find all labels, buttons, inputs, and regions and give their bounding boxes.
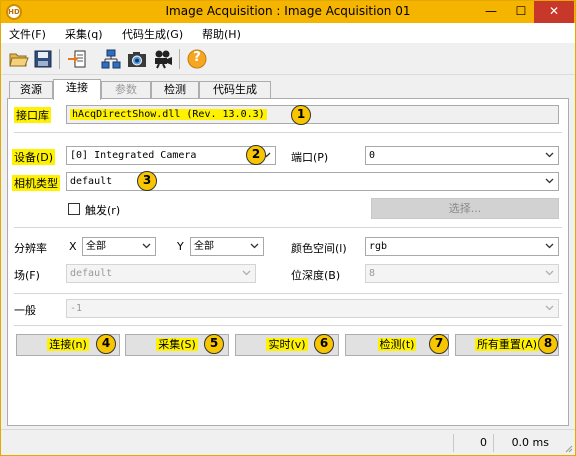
color-space-select[interactable]: rgb [365, 237, 559, 256]
menu-help[interactable]: 帮助(H) [202, 26, 241, 42]
general-label: 一般 [14, 304, 36, 317]
status-bar: 0 0.0 ms [1, 429, 575, 455]
reset-all-button-label: 所有重置(A) [474, 338, 540, 351]
interface-library-field: hAcqDirectShow.dll (Rev. 13.0.3) [66, 105, 559, 124]
interface-library-value: hAcqDirectShow.dll (Rev. 13.0.3) [70, 109, 267, 120]
trigger-label: 触发(r) [85, 204, 121, 217]
save-icon[interactable] [33, 49, 53, 69]
chevron-down-icon [545, 305, 554, 311]
field-label: 场(F) [14, 269, 40, 282]
marker-6: 6 [314, 334, 334, 354]
color-space-label: 颜色空间(l) [291, 242, 347, 255]
image-acquisition-window: HD Image Acquisition : Image Acquisition… [0, 0, 576, 456]
connection-panel: 接口库 hAcqDirectShow.dll (Rev. 13.0.3) 1 设… [7, 98, 569, 426]
bit-depth-value: 8 [369, 268, 376, 279]
menu-bar: 文件(F) 采集(q) 代码生成(G) 帮助(H) [1, 23, 575, 43]
help-icon[interactable]: ? [187, 49, 207, 69]
marker-3: 3 [137, 171, 157, 191]
camera-type-label: 相机类型 [12, 175, 60, 191]
resolution-x-value: 全部 [86, 241, 106, 252]
field-select: default [66, 264, 256, 283]
connect-button-label: 连接(n) [47, 338, 89, 351]
resolution-x-select[interactable]: 全部 [82, 237, 156, 256]
chevron-down-icon [545, 270, 554, 276]
camera-type-value: default [70, 176, 113, 187]
color-space-value: rgb [369, 241, 388, 252]
interface-library-label: 接口库 [14, 107, 51, 123]
bit-depth-label: 位深度(B) [291, 269, 341, 282]
section-divider [14, 227, 562, 228]
bit-depth-select: 8 [365, 264, 559, 283]
close-button[interactable]: ✕ [534, 1, 574, 23]
help-icon-glyph: ? [193, 50, 201, 65]
tab-parameters: 参数 [101, 81, 151, 99]
toolbar-separator [179, 49, 180, 69]
device-value: [0] Integrated Camera [70, 150, 197, 161]
marker-8: 8 [538, 334, 558, 354]
marker-2: 2 [246, 145, 266, 165]
tab-connection[interactable]: 连接 [53, 79, 101, 100]
chevron-down-icon [142, 243, 151, 249]
resolution-y-value: 全部 [194, 241, 214, 252]
resolution-y-label: Y [177, 240, 184, 253]
chevron-down-icon [545, 178, 554, 184]
menu-acquire[interactable]: 采集(q) [65, 26, 103, 42]
general-value: -1 [70, 303, 83, 314]
video-camera-icon[interactable] [153, 49, 173, 69]
resolution-x-label: X [69, 240, 77, 253]
toolbar: ? [1, 43, 575, 75]
resize-grip-icon[interactable] [563, 443, 573, 453]
tab-resources[interactable]: 资源 [9, 81, 53, 99]
menu-codegen[interactable]: 代码生成(G) [122, 26, 183, 42]
status-count: 0 [453, 434, 493, 452]
chevron-down-icon [545, 152, 554, 158]
section-divider [14, 293, 562, 294]
live-button-label: 实时(v) [266, 338, 308, 351]
chevron-down-icon [545, 243, 554, 249]
network-icon[interactable] [101, 49, 121, 69]
toolbar-separator [59, 49, 60, 69]
device-select[interactable]: [0] Integrated Camera [66, 146, 276, 165]
section-divider [14, 325, 562, 326]
maximize-button[interactable]: ☐ [506, 1, 536, 23]
minimize-button[interactable]: — [476, 1, 506, 23]
chevron-down-icon [250, 243, 259, 249]
marker-5: 5 [204, 334, 224, 354]
marker-7: 7 [429, 334, 449, 354]
chevron-down-icon [242, 270, 251, 276]
general-select: -1 [66, 299, 559, 318]
select-button: 选择... [371, 198, 559, 219]
resolution-label: 分辨率 [14, 242, 47, 255]
open-folder-icon[interactable] [9, 49, 29, 69]
port-label: 端口(P) [291, 151, 329, 164]
port-value: 0 [369, 150, 376, 161]
marker-1: 1 [291, 105, 311, 125]
grab-button-label: 采集(S) [156, 338, 198, 351]
title-bar[interactable]: HD Image Acquisition : Image Acquisition… [1, 1, 575, 23]
device-label: 设备(D) [12, 149, 56, 165]
port-select[interactable]: 0 [365, 146, 559, 165]
menu-file[interactable]: 文件(F) [9, 26, 46, 42]
camera-icon[interactable] [127, 49, 147, 69]
tab-inspect[interactable]: 检测 [151, 81, 199, 99]
section-divider [14, 132, 562, 133]
marker-4: 4 [96, 334, 116, 354]
trigger-checkbox[interactable] [68, 203, 80, 215]
export-icon[interactable] [67, 49, 87, 69]
resolution-y-select[interactable]: 全部 [190, 237, 264, 256]
field-value: default [70, 268, 113, 279]
detect-button-label: 检测(t) [377, 338, 417, 351]
status-time: 0.0 ms [493, 434, 555, 452]
tab-codegen[interactable]: 代码生成 [199, 81, 271, 99]
